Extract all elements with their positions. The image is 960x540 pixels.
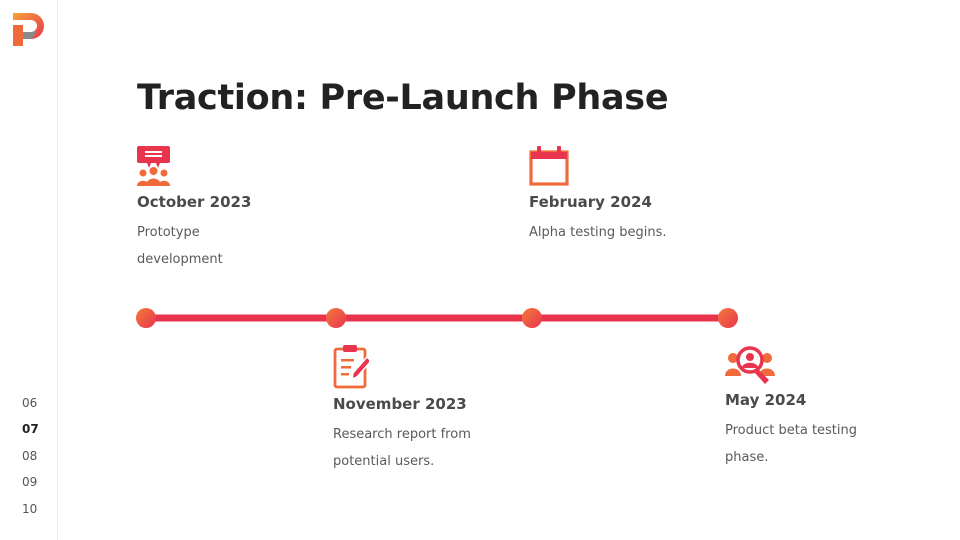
milestone-description: Research report from potential users. (333, 422, 543, 475)
timeline-dot-october-2023 (136, 308, 156, 328)
team-presentation-icon (137, 146, 170, 186)
description-line-1: Product beta testing (725, 423, 858, 438)
milestone-may-2024: May 2024 Product beta testing phase. (725, 344, 935, 471)
description-line-2: phase. (725, 449, 769, 465)
timeline-dot-november-2023 (326, 308, 346, 328)
milestone-october-2023: October 2023 Prototype development (137, 146, 347, 273)
milestone-date: November 2023 (333, 395, 467, 413)
description-line-1: Prototype (137, 225, 200, 240)
milestone-november-2023: November 2023 Research report from poten… (333, 344, 543, 475)
clipboard-edit-icon (333, 345, 369, 389)
milestone-date: February 2024 (529, 193, 652, 211)
page-navigation: 06 07 08 09 10 (0, 390, 58, 522)
page-number-10[interactable]: 10 (0, 496, 58, 522)
user-search-icon (725, 346, 775, 384)
sidebar: 06 07 08 09 10 (0, 0, 58, 540)
page-number-08[interactable]: 08 (0, 443, 58, 469)
milestone-date: May 2024 (725, 391, 807, 409)
milestone-february-2024: February 2024 Alpha testing begins. (529, 146, 739, 247)
page-title: Traction: Pre-Launch Phase (137, 78, 669, 118)
description-line-2: potential users. (333, 453, 435, 469)
page-number-06[interactable]: 06 (0, 390, 58, 416)
page-number-09[interactable]: 09 (0, 469, 58, 495)
brand-logo (13, 13, 44, 46)
milestone-description: Product beta testing phase. (725, 418, 935, 471)
page-number-07-current[interactable]: 07 (0, 416, 58, 442)
description-line-2: development (137, 251, 223, 267)
milestone-date: October 2023 (137, 193, 252, 211)
description-line-1: Research report from (333, 427, 471, 442)
milestone-description: Prototype development (137, 220, 347, 273)
calendar-icon (529, 146, 569, 186)
description-line-1: Alpha testing begins. (529, 225, 667, 240)
timeline-dot-may-2024 (718, 308, 738, 328)
milestone-description: Alpha testing begins. (529, 220, 739, 247)
timeline-dot-february-2024 (522, 308, 542, 328)
